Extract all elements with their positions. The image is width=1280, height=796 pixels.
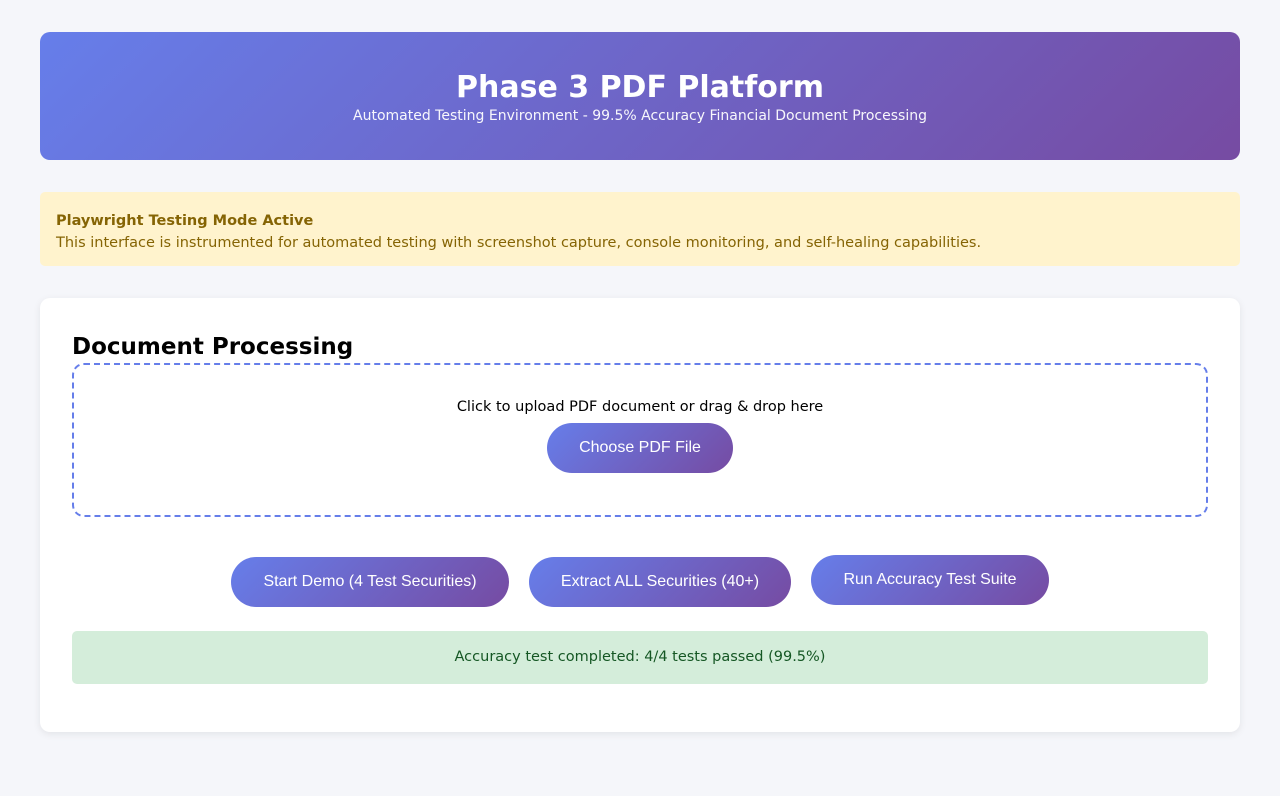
section-heading: Document Processing <box>72 334 354 360</box>
run-accuracy-test-button[interactable]: Run Accuracy Test Suite <box>811 555 1049 605</box>
status-message: Accuracy test completed: 4/4 tests passe… <box>72 631 1208 684</box>
choose-pdf-button[interactable]: Choose PDF File <box>547 423 733 473</box>
extract-all-button[interactable]: Extract ALL Securities (40+) <box>529 557 791 607</box>
upload-prompt: Click to upload PDF document or drag & d… <box>456 399 824 415</box>
upload-dropzone[interactable]: Click to upload PDF document or drag & d… <box>72 363 1208 517</box>
start-demo-button[interactable]: Start Demo (4 Test Securities) <box>231 557 509 607</box>
page-title: Phase 3 PDF Platform <box>456 70 824 105</box>
notice-title: Playwright Testing Mode Active <box>56 213 314 229</box>
action-buttons: Start Demo (4 Test Securities) Extract A… <box>40 555 1240 607</box>
page-header: Phase 3 PDF Platform Automated Testing E… <box>40 32 1240 160</box>
document-processing-card: Document Processing Click to upload PDF … <box>40 298 1240 732</box>
testing-mode-notice: Playwright Testing Mode Active This inte… <box>40 192 1240 266</box>
notice-text: This interface is instrumented for autom… <box>56 235 982 251</box>
page-subtitle: Automated Testing Environment - 99.5% Ac… <box>353 108 927 124</box>
